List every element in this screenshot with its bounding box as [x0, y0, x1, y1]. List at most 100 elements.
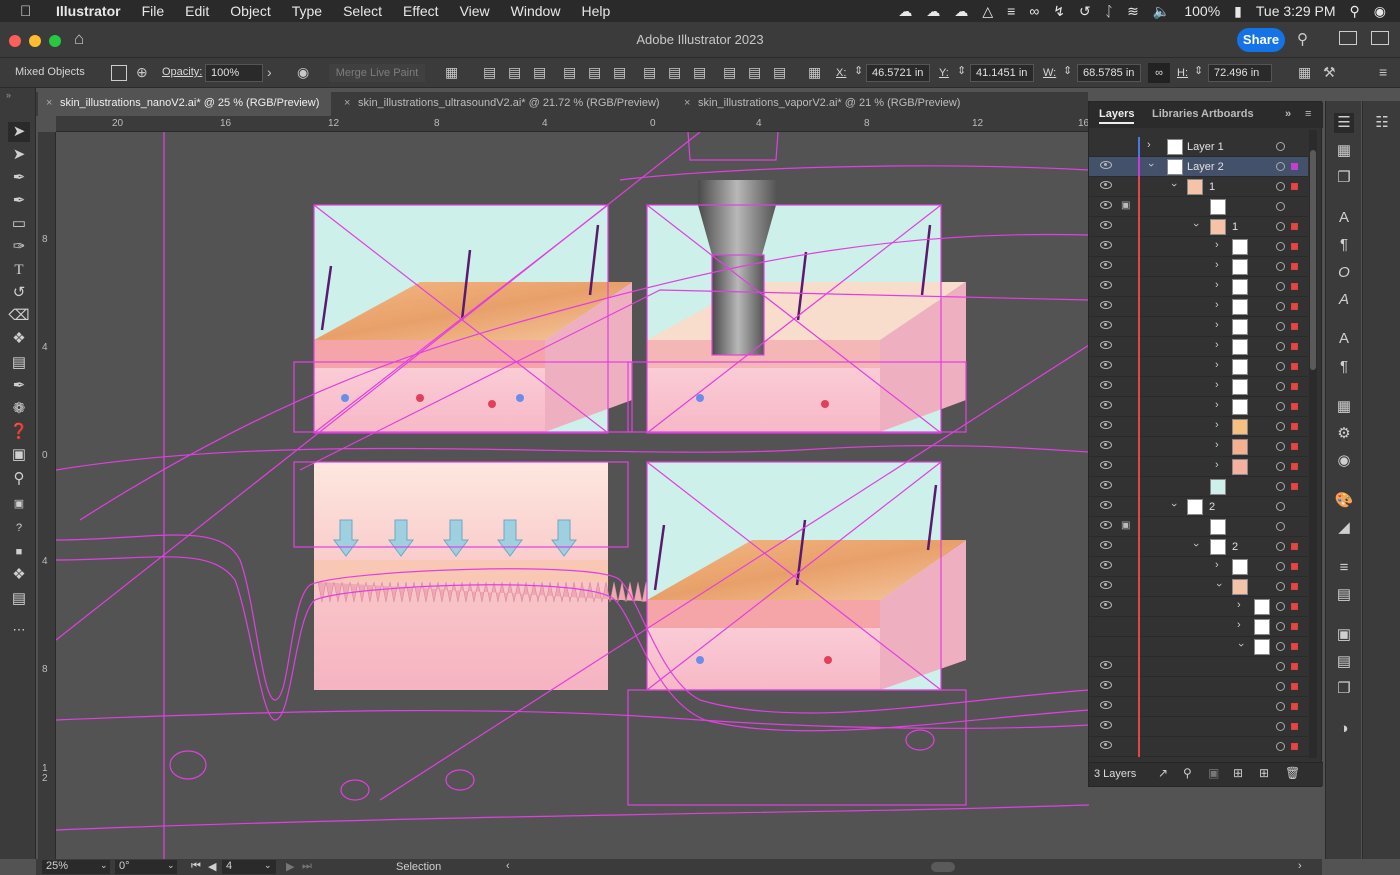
panel-menu-icon[interactable]: ≡	[1379, 64, 1387, 80]
character-styles-icon[interactable]: A	[1334, 329, 1354, 349]
illustration-panel-3[interactable]	[314, 462, 659, 690]
cloud-sync-icon[interactable]: ☁	[954, 3, 968, 20]
y-stepper-icon[interactable]: ⇕	[957, 64, 966, 77]
export-icon[interactable]: ↗	[1158, 766, 1168, 780]
target-icon[interactable]	[1276, 162, 1285, 171]
vertical-ruler[interactable]: 8 4 0 4 8 1 2	[38, 132, 56, 859]
curvature-icon[interactable]: ✒	[8, 191, 30, 211]
target-icon[interactable]	[1276, 462, 1285, 471]
layer-name[interactable]: 2	[1209, 501, 1215, 513]
menu-effect[interactable]: Effect	[403, 3, 439, 19]
target-icon[interactable]: ⊕	[136, 64, 148, 81]
visibility-eye-icon[interactable]	[1100, 561, 1112, 569]
menu-window[interactable]: Window	[511, 3, 561, 19]
target-icon[interactable]	[1276, 262, 1285, 271]
screen-mode-icon[interactable]: ▤	[8, 589, 30, 609]
chevron-right-icon[interactable]: ›	[1215, 339, 1219, 351]
target-icon[interactable]	[1276, 282, 1285, 291]
brushes-icon[interactable]: ⚙	[1334, 424, 1354, 444]
selection-indicator[interactable]	[1291, 723, 1298, 730]
chevron-down-icon[interactable]: ›	[1168, 503, 1180, 507]
target-icon[interactable]	[1276, 702, 1285, 711]
layer-row[interactable]	[1089, 697, 1308, 717]
transform-panel-icon[interactable]: ▦	[1298, 64, 1311, 81]
target-icon[interactable]	[1276, 322, 1285, 331]
visibility-eye-icon[interactable]	[1100, 441, 1112, 449]
target-icon[interactable]	[1276, 522, 1285, 531]
eraser-icon[interactable]: ⌫	[8, 306, 30, 326]
opentype-icon[interactable]: O	[1334, 263, 1354, 283]
visibility-eye-icon[interactable]	[1100, 521, 1112, 529]
locate-object-icon[interactable]: ⚲	[1183, 766, 1192, 780]
visibility-eye-icon[interactable]	[1100, 161, 1112, 169]
visibility-eye-icon[interactable]	[1100, 701, 1112, 709]
pen-icon[interactable]: ✒	[8, 168, 30, 188]
visibility-eye-icon[interactable]	[1100, 741, 1112, 749]
visibility-eye-icon[interactable]	[1100, 281, 1112, 289]
layer-name[interactable]: Layer 2	[1187, 161, 1224, 173]
gradient-icon[interactable]: ▤	[8, 353, 30, 373]
collapse-tools-icon[interactable]: »	[6, 90, 11, 100]
close-tab-icon[interactable]: ×	[344, 92, 350, 114]
fill-stroke-icon[interactable]: ▣	[8, 494, 30, 514]
layer-row[interactable]: ›	[1089, 417, 1308, 437]
target-icon[interactable]	[1276, 382, 1285, 391]
artboard-icon[interactable]: ▣	[8, 445, 30, 465]
layer-row[interactable]: ›	[1089, 597, 1308, 617]
search-icon[interactable]: ⚲	[1297, 30, 1308, 48]
new-layer-icon[interactable]: ⊞	[1259, 766, 1269, 780]
trash-icon[interactable]: 🗑	[1285, 766, 1300, 780]
selection-indicator[interactable]	[1291, 163, 1298, 170]
close-tab-icon[interactable]: ×	[46, 92, 52, 114]
tab-layers[interactable]: Layers	[1099, 108, 1135, 124]
artboards-panel-icon[interactable]: ❐	[1334, 168, 1354, 188]
y-label[interactable]: Y:	[939, 67, 949, 79]
selection-indicator[interactable]	[1291, 703, 1298, 710]
scrollbar-thumb[interactable]	[1310, 150, 1316, 370]
target-icon[interactable]	[1276, 662, 1285, 671]
selection-indicator[interactable]	[1291, 743, 1298, 750]
pathfinder-icon[interactable]: ❐	[1334, 679, 1354, 699]
chevron-right-icon[interactable]: ›	[1215, 259, 1219, 271]
visibility-eye-icon[interactable]	[1100, 721, 1112, 729]
selection-indicator[interactable]	[1291, 323, 1298, 330]
align-middle-v-icon[interactable]: ▤	[588, 64, 601, 81]
target-icon[interactable]	[1276, 622, 1285, 631]
paragraph-icon[interactable]: ¶	[1334, 235, 1354, 255]
selection-indicator[interactable]	[1291, 663, 1298, 670]
workspace-switcher-icon[interactable]	[1371, 31, 1389, 45]
tab-vapor[interactable]: × skin_illustrations_vaporV2.ai* @ 21 % …	[676, 92, 976, 116]
drive-icon[interactable]: △	[982, 3, 993, 20]
wifi-icon[interactable]: ≋	[1127, 3, 1139, 20]
share-button[interactable]: Share	[1237, 28, 1285, 52]
chevron-down-icon[interactable]: ›	[1190, 223, 1202, 227]
chevron-down-icon[interactable]: ›	[1145, 163, 1157, 167]
panel-menu-icon[interactable]: ≡	[1305, 108, 1311, 120]
gradient-panel-icon[interactable]: ▤	[1334, 585, 1354, 605]
close-tab-icon[interactable]: ×	[684, 92, 690, 114]
chevron-right-icon[interactable]: ›	[1215, 439, 1219, 451]
visibility-eye-icon[interactable]	[1100, 581, 1112, 589]
last-artboard-icon[interactable]: ⏭	[302, 860, 312, 873]
menu-illustrator[interactable]: Illustrator	[56, 3, 121, 19]
more-tools-icon[interactable]: ⋯	[8, 620, 30, 640]
layer-row[interactable]: ›	[1089, 577, 1308, 597]
menu-object[interactable]: Object	[230, 3, 270, 19]
layer-row[interactable]: ›	[1089, 297, 1308, 317]
selection-indicator[interactable]	[1291, 443, 1298, 450]
selection-tool-icon[interactable]: ➤	[8, 122, 30, 142]
tab-nano[interactable]: × skin_illustrations_nanoV2.ai* @ 25 % (…	[38, 92, 331, 116]
layer-name[interactable]: 1	[1232, 221, 1238, 233]
selection-indicator[interactable]	[1291, 563, 1298, 570]
layer-row-group-2-2[interactable]: › 2	[1089, 537, 1308, 557]
distribute-left-icon[interactable]: ▤	[723, 64, 736, 81]
tab-artboards[interactable]: Artboards	[1201, 108, 1254, 120]
clock[interactable]: Tue 3:29 PM	[1256, 3, 1336, 19]
selection-indicator[interactable]	[1291, 363, 1298, 370]
selection-indicator[interactable]	[1291, 263, 1298, 270]
layer-row[interactable]: ›	[1089, 397, 1308, 417]
x-field[interactable]: 46.5721 in	[866, 64, 930, 82]
layer-row-group-1[interactable]: › 1	[1089, 177, 1308, 197]
chevron-down-icon[interactable]: ⌄	[167, 860, 175, 871]
target-icon[interactable]	[1276, 562, 1285, 571]
